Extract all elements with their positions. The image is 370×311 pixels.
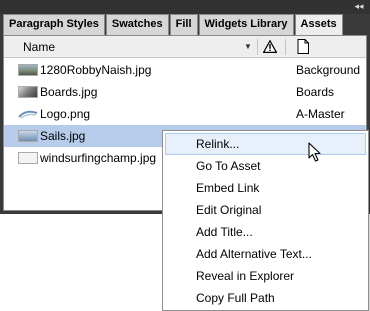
menu-item-edit-original[interactable]: Edit Original: [165, 199, 366, 221]
logo-thumbnail-icon: [18, 110, 38, 119]
photo-thumbnail-icon: [18, 64, 38, 76]
asset-row[interactable]: Logo.png A-Master: [4, 103, 366, 125]
column-divider: [285, 39, 286, 55]
asset-name: Logo.png: [40, 107, 91, 121]
photo-thumbnail-icon: [18, 86, 38, 98]
menu-item-add-alternative-text[interactable]: Add Alternative Text...: [165, 243, 366, 265]
asset-name: Sails.jpg: [40, 129, 86, 143]
asset-layer: A-Master: [296, 107, 345, 121]
tab-paragraph-styles[interactable]: Paragraph Styles: [3, 14, 105, 35]
menu-item-reveal-in-explorer[interactable]: Reveal in Explorer: [165, 265, 366, 287]
menu-item-go-to-asset[interactable]: Go To Asset: [165, 155, 366, 177]
asset-row[interactable]: Boards.jpg Boards: [4, 81, 366, 103]
sort-chevron-down-icon[interactable]: ▼: [244, 42, 252, 52]
photo-thumbnail-icon: [18, 152, 38, 164]
name-column-header[interactable]: Name: [23, 36, 55, 58]
tab-widgets-library[interactable]: Widgets Library: [198, 14, 294, 35]
tab-swatches[interactable]: Swatches: [105, 14, 169, 35]
asset-layer: Boards: [296, 85, 335, 99]
collapse-panel-icon[interactable]: ◂◂: [352, 1, 366, 12]
photo-thumbnail-icon: [18, 130, 38, 142]
column-divider: [257, 39, 258, 55]
tab-assets[interactable]: Assets: [294, 14, 343, 36]
context-menu: Relink... Go To Asset Embed Link Edit Or…: [162, 130, 369, 311]
panel-tabs: Paragraph Styles Swatches Fill Widgets L…: [3, 14, 344, 36]
list-header: Name ▼: [4, 36, 366, 58]
warning-icon[interactable]: [263, 40, 277, 53]
asset-name: 1280RobbyNaish.jpg: [40, 63, 152, 77]
page-icon[interactable]: [297, 39, 309, 54]
asset-layer: Background: [296, 63, 361, 77]
panel-title-bar: ◂◂: [0, 0, 370, 14]
tab-fill[interactable]: Fill: [169, 14, 198, 35]
menu-item-embed-link[interactable]: Embed Link: [165, 177, 366, 199]
asset-name: windsurfingchamp.jpg: [40, 151, 157, 165]
menu-item-copy-full-path[interactable]: Copy Full Path: [165, 287, 366, 309]
menu-item-add-title[interactable]: Add Title...: [165, 221, 366, 243]
menu-item-relink[interactable]: Relink...: [165, 133, 366, 155]
asset-row[interactable]: 1280RobbyNaish.jpg Background: [4, 59, 366, 81]
asset-name: Boards.jpg: [40, 85, 98, 99]
